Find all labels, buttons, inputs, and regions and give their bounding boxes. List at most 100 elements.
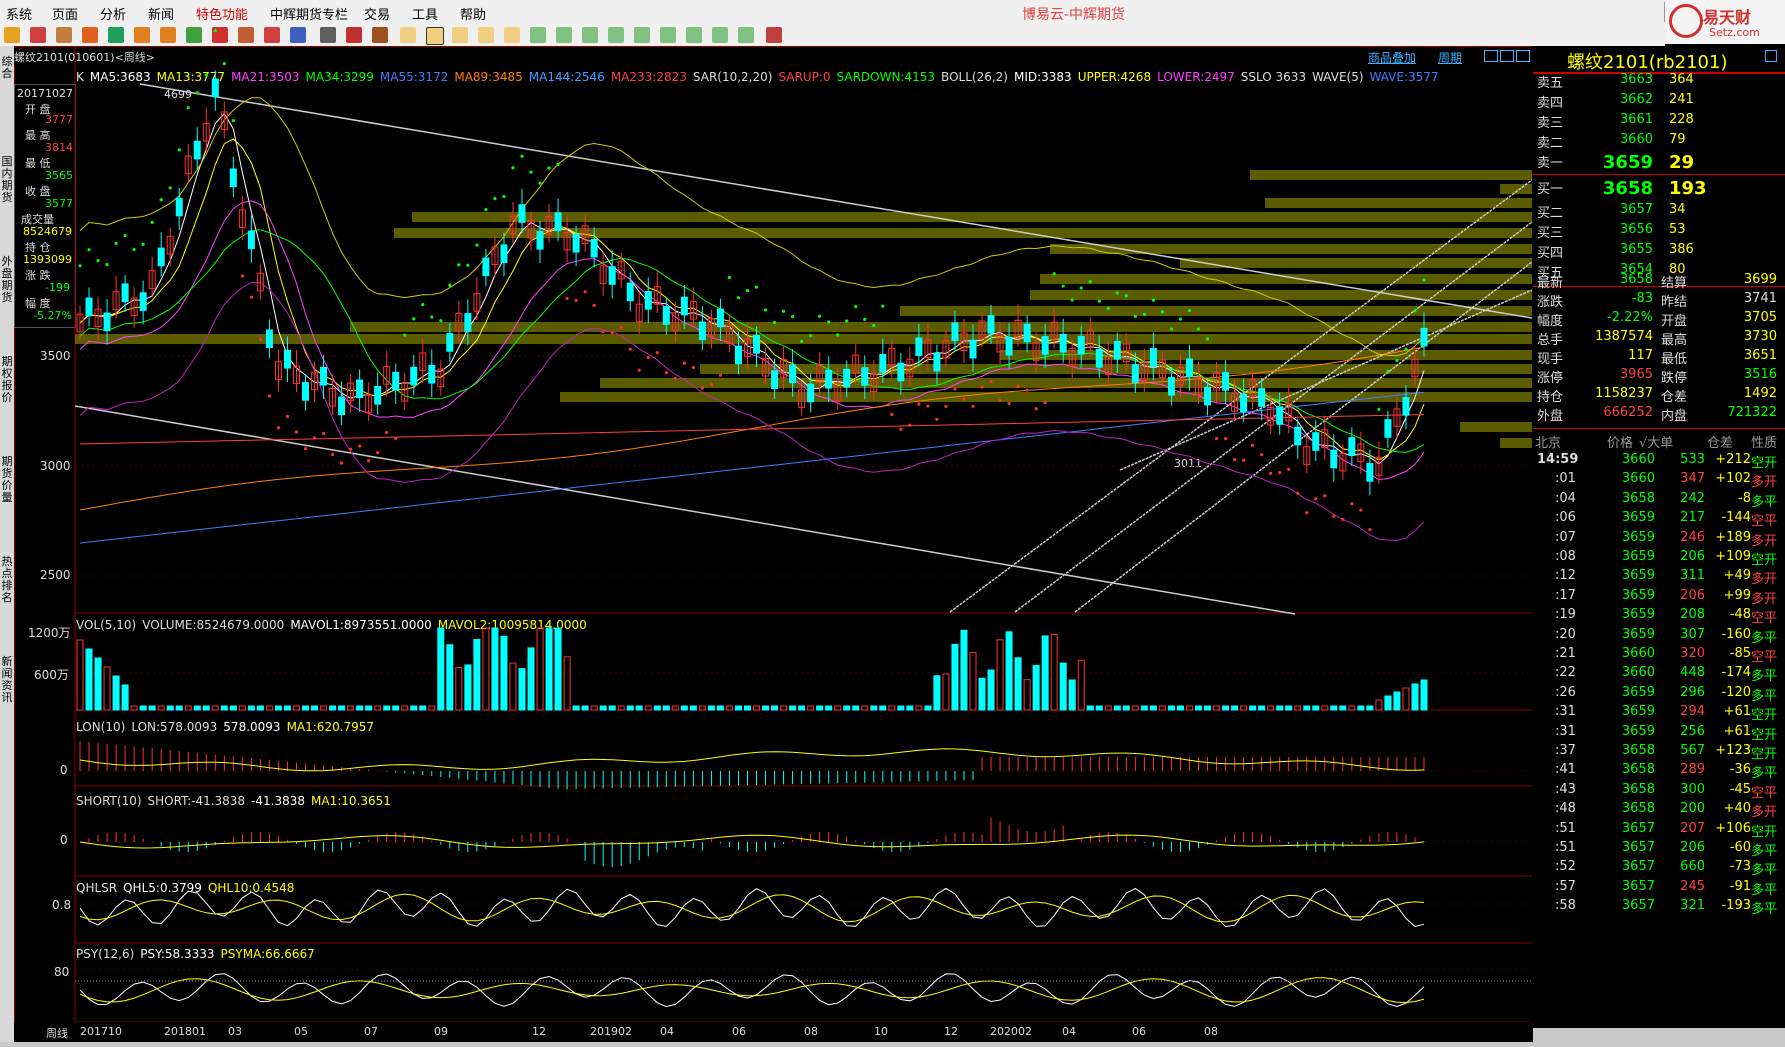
volume-bar — [1086, 705, 1094, 711]
sar-dot — [538, 181, 542, 185]
cell: 3657 — [1619, 202, 1653, 217]
cell: :43 — [1555, 781, 1576, 797]
cell: 3651 — [1743, 348, 1777, 363]
volume-bar — [680, 705, 688, 711]
sar-dot — [601, 330, 605, 334]
candle-body — [662, 306, 670, 325]
tick-row: :21 3660 320 -85 空平 — [1533, 644, 1785, 665]
volume-bar — [401, 705, 409, 711]
volume-zone — [700, 364, 1532, 374]
sar-dot — [502, 194, 506, 199]
candle-body — [698, 321, 706, 341]
volume-bar — [698, 705, 706, 711]
ask-row: 卖二 3660 79 — [1533, 130, 1785, 151]
sar-dot — [917, 402, 921, 406]
panel-scrollbar[interactable] — [1533, 1028, 1785, 1047]
tick-row: :51 3657 206 -60 多平 — [1533, 838, 1785, 859]
cell: -83 — [1631, 291, 1653, 306]
candle-body — [356, 379, 364, 399]
candle-body — [987, 315, 995, 334]
sar-dot — [231, 119, 235, 123]
volume-bar — [446, 644, 454, 711]
sar-dot — [412, 317, 416, 321]
sar-dot — [403, 333, 407, 337]
volume-bar — [951, 643, 959, 711]
sar-dot — [1025, 388, 1029, 392]
volume-bar — [1014, 657, 1022, 711]
cell: :41 — [1555, 762, 1576, 778]
volume-bar — [1131, 705, 1139, 711]
volume-bar — [1068, 679, 1076, 711]
sar-dot — [772, 320, 777, 325]
volume-bar — [861, 705, 869, 711]
candle-body — [1113, 340, 1121, 360]
tick-row: :12 3659 311 +49 多开 — [1533, 566, 1785, 587]
cell: -85 — [1729, 646, 1751, 661]
cell: 3965 — [1619, 367, 1653, 382]
cell: 多开 — [1751, 533, 1778, 549]
cell: -48 — [1729, 607, 1751, 623]
volume-bar — [1213, 705, 1221, 711]
sar-dot — [376, 450, 380, 455]
cell: 3741 — [1743, 291, 1777, 306]
date-tick: 202002 — [990, 1025, 1032, 1038]
cell: 364 — [1669, 72, 1694, 87]
volume-bar — [1249, 705, 1257, 711]
sar-dot — [168, 186, 172, 190]
candle-body — [320, 366, 328, 386]
brand-url: Setz.com — [1709, 26, 1760, 39]
cell: 347 — [1680, 471, 1705, 487]
candle-body — [915, 337, 923, 357]
cell: -36 — [1729, 762, 1751, 778]
date-tick: 12 — [944, 1025, 958, 1038]
status-bar — [0, 1042, 1785, 1047]
cell: 3730 — [1743, 329, 1777, 344]
ask-row: 卖三 3661 228 — [1533, 110, 1785, 131]
volume-bar — [915, 705, 923, 711]
sar-dot — [1070, 298, 1074, 302]
cell: 空平 — [1751, 650, 1778, 665]
volume-bar — [1411, 683, 1419, 711]
cell: 246 — [1680, 529, 1705, 545]
volume-bar — [1032, 664, 1040, 711]
volume-bar — [1276, 705, 1284, 711]
volume-bar — [545, 627, 553, 711]
tick-row: :04 3658 242 -8 多平 — [1533, 489, 1785, 510]
sar-dot — [1178, 317, 1183, 321]
candle-body — [969, 339, 977, 359]
volume-bar — [870, 705, 878, 711]
sar-dot — [1043, 401, 1047, 405]
candle-body — [897, 362, 905, 382]
candle-body — [1077, 335, 1085, 355]
cell: +40 — [1723, 801, 1751, 817]
kline-chart[interactable] — [0, 0, 1532, 1022]
volume-bar — [1095, 705, 1103, 711]
sar-dot — [827, 320, 831, 324]
candle-body — [482, 257, 490, 277]
cell: 卖四 — [1537, 96, 1564, 111]
candle-body — [1041, 336, 1049, 355]
panel-toggle-icon[interactable] — [1765, 50, 1777, 62]
tick-row: :43 3658 300 -45 空平 — [1533, 780, 1785, 801]
cell: 3657 — [1621, 820, 1655, 836]
sar-dot — [150, 220, 154, 225]
cell: 买四 — [1537, 246, 1564, 261]
sar-dot — [204, 73, 208, 77]
candle-body — [302, 382, 310, 401]
cell: 3661 — [1619, 112, 1653, 127]
candle-body — [933, 352, 941, 372]
volume-bar — [1222, 705, 1230, 711]
qhl5-line — [79, 887, 1425, 928]
volume-bar — [1077, 659, 1085, 711]
cell: :19 — [1555, 607, 1576, 623]
volume-bar — [852, 705, 860, 711]
candle-body — [1222, 372, 1230, 391]
volume-bar — [518, 668, 526, 711]
volume-bar — [563, 656, 571, 711]
cell: 3658 — [1621, 781, 1655, 797]
candle-body — [211, 78, 219, 98]
candle-body — [283, 349, 291, 369]
date-tick: 04 — [1062, 1025, 1076, 1038]
cell: :31 — [1555, 704, 1576, 720]
sar-dot — [1142, 312, 1146, 316]
